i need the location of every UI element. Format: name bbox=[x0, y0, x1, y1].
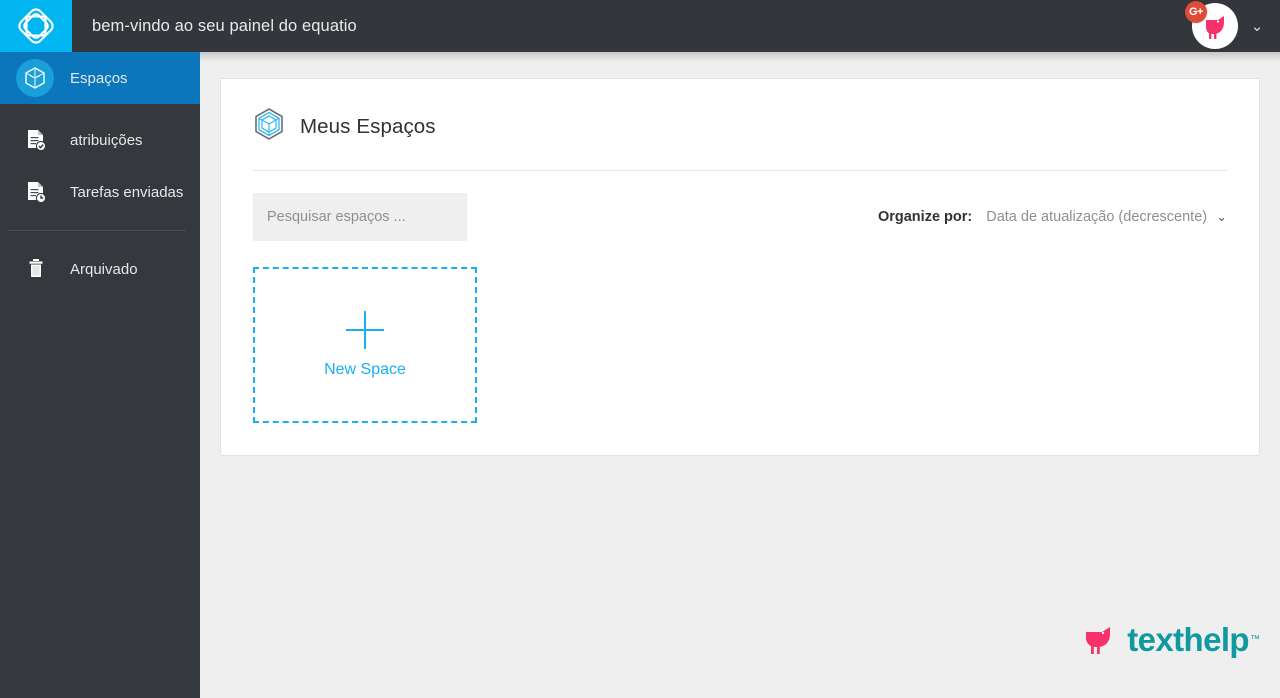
document-check-glyph bbox=[28, 130, 47, 152]
sidebar-divider bbox=[8, 230, 186, 231]
sidebar-item-label: atribuições bbox=[70, 131, 143, 149]
sort-selected-value[interactable]: Data de atualização (decrescente) bbox=[986, 209, 1207, 225]
sidebar-item-arquivado[interactable]: Arquivado bbox=[0, 243, 200, 295]
top-bar: bem-vindo ao seu painel do equatio G+ ⌄ bbox=[0, 0, 1280, 52]
page-title: Meus Espaços bbox=[300, 114, 436, 138]
equatio-diamond-logo-icon bbox=[18, 8, 54, 44]
trash-glyph bbox=[29, 259, 43, 277]
trash-icon bbox=[16, 257, 56, 281]
new-space-label: New Space bbox=[324, 361, 406, 378]
top-bar-right: G+ ⌄ bbox=[1185, 0, 1280, 52]
account-menu-chevron-down-icon[interactable]: ⌄ bbox=[1248, 19, 1266, 34]
texthelp-bird-icon bbox=[1086, 627, 1111, 654]
cube-glyph bbox=[25, 67, 45, 89]
sort-control[interactable]: Organize por: Data de atualização (decre… bbox=[878, 209, 1227, 225]
spaces-card: Meus Espaços Organize por: Data de atual… bbox=[220, 78, 1260, 456]
cube-outline-glyph bbox=[255, 108, 283, 140]
texthelp-logo: texthelp ™ bbox=[1082, 622, 1260, 656]
main-content: Meus Espaços Organize por: Data de atual… bbox=[200, 52, 1280, 698]
document-check-icon bbox=[16, 128, 56, 152]
search-input[interactable] bbox=[253, 193, 467, 241]
card-toolbar: Organize por: Data de atualização (decre… bbox=[221, 171, 1259, 241]
sidebar-item-label: Tarefas enviadas bbox=[70, 183, 184, 201]
sidebar-item-atribuicoes[interactable]: atribuições bbox=[0, 114, 200, 166]
google-plus-badge-icon: G+ bbox=[1185, 1, 1207, 23]
sidebar: Espaços atribuições Tarefas enviadas Arq… bbox=[0, 52, 200, 698]
app-logo[interactable] bbox=[0, 0, 72, 52]
cube-outline-icon bbox=[253, 107, 285, 146]
sidebar-item-tarefas-enviadas[interactable]: Tarefas enviadas bbox=[0, 166, 200, 218]
avatar[interactable]: G+ bbox=[1185, 1, 1238, 49]
sort-chevron-down-icon[interactable]: ⌄ bbox=[1216, 209, 1227, 225]
sidebar-item-label: Espaços bbox=[70, 69, 128, 87]
plus-icon bbox=[346, 311, 384, 349]
header-shadow bbox=[200, 52, 1280, 62]
new-space-button[interactable]: New Space bbox=[253, 267, 477, 423]
sidebar-item-label: Arquivado bbox=[70, 260, 138, 278]
cube-icon bbox=[16, 59, 54, 97]
document-clock-glyph bbox=[28, 182, 47, 204]
sort-label: Organize por: bbox=[877, 209, 973, 225]
document-clock-icon bbox=[16, 180, 56, 204]
welcome-title: bem-vindo ao seu painel do equatio bbox=[92, 16, 357, 35]
sidebar-item-espacos[interactable]: Espaços bbox=[0, 52, 200, 104]
trademark-symbol: ™ bbox=[1250, 633, 1260, 645]
texthelp-wordmark: texthelp bbox=[1127, 620, 1249, 658]
card-header: Meus Espaços bbox=[221, 79, 1259, 146]
